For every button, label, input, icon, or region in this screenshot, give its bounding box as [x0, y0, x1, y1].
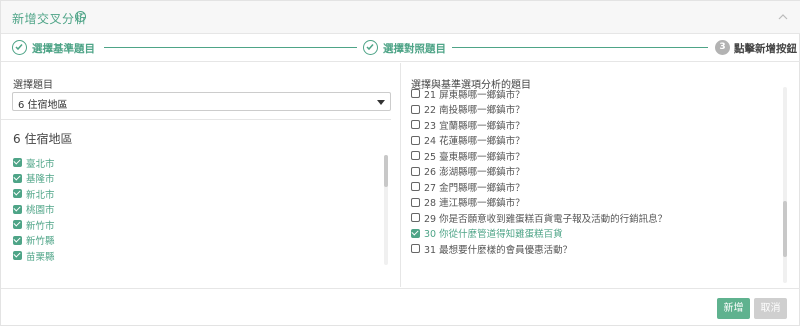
- stepper: 選擇基準題目 選擇對照題目 3 點擊新增按鈕: [1, 34, 800, 62]
- checkbox[interactable]: [13, 189, 22, 199]
- checkbox[interactable]: [411, 213, 420, 223]
- divider: [1, 119, 391, 120]
- option-list: 臺北市 基隆市 新北市 桃園市 新竹市 新竹縣 苗栗縣: [13, 155, 383, 265]
- question-select[interactable]: 6 住宿地區: [12, 92, 391, 111]
- step-connector: [104, 47, 357, 48]
- step-1-label: 選擇基準題目: [32, 43, 95, 55]
- caret-down-icon: [377, 100, 385, 105]
- step-connector: [452, 47, 708, 48]
- checkbox[interactable]: [411, 151, 420, 161]
- list-item[interactable]: 27 金門縣哪一鄉鎮市？: [411, 179, 781, 195]
- list-item[interactable]: 新竹縣: [13, 233, 383, 249]
- select-question-label: 選擇題目: [13, 80, 53, 91]
- scrollbar-thumb[interactable]: [783, 201, 787, 257]
- checkbox[interactable]: [411, 120, 420, 130]
- modal-footer: 新增 取消: [1, 288, 800, 326]
- list-item[interactable]: 新北市: [13, 186, 383, 202]
- select-value: 6 住宿地區: [18, 100, 68, 111]
- list-item[interactable]: 21 屏東縣哪一鄉鎮市？: [411, 87, 781, 102]
- checkbox[interactable]: [13, 158, 22, 168]
- modal-header: 新增交叉分析 ?: [1, 1, 800, 34]
- list-item[interactable]: 22 南投縣哪一鄉鎮市？: [411, 102, 781, 118]
- checkbox[interactable]: [411, 197, 420, 207]
- chevron-up-icon[interactable]: [777, 12, 789, 22]
- checkbox[interactable]: [411, 104, 420, 114]
- check-icon: [363, 40, 378, 55]
- checkbox[interactable]: [13, 251, 22, 261]
- cross-analysis-modal: 新增交叉分析 ? 選擇基準題目 選擇對照題目 3 點擊新增按鈕 選擇題目 6 住…: [0, 0, 800, 326]
- help-icon[interactable]: ?: [75, 11, 86, 22]
- scrollbar-thumb[interactable]: [384, 155, 388, 187]
- list-item[interactable]: 23 宜蘭縣哪一鄉鎮市？: [411, 117, 781, 133]
- checkbox[interactable]: [13, 220, 22, 230]
- checkbox[interactable]: [411, 135, 420, 145]
- checkbox[interactable]: [411, 244, 420, 254]
- check-icon: [12, 40, 27, 55]
- checkbox[interactable]: [13, 235, 22, 245]
- list-item[interactable]: 苗栗縣: [13, 248, 383, 264]
- step-2-label: 選擇對照題目: [383, 43, 446, 55]
- compare-question-panel: 選擇與基準選項分析的題目 21 屏東縣哪一鄉鎮市？ 22 南投縣哪一鄉鎮市？ 2…: [401, 63, 800, 287]
- step-3-number: 3: [715, 40, 730, 55]
- checkbox[interactable]: [411, 182, 420, 192]
- cancel-button[interactable]: 取消: [754, 298, 787, 319]
- list-item[interactable]: 29 你是否願意收到雞蛋糕百貨電子報及活動的行銷訊息？: [411, 210, 781, 226]
- checkbox[interactable]: [411, 89, 420, 99]
- step-3-label: 點擊新增按鈕: [734, 43, 797, 55]
- list-item[interactable]: 基隆市: [13, 171, 383, 187]
- checkbox[interactable]: [13, 204, 22, 214]
- list-item[interactable]: 桃園市: [13, 202, 383, 218]
- submit-button[interactable]: 新增: [717, 298, 750, 319]
- section-title: 6 住宿地區: [13, 132, 73, 146]
- list-item[interactable]: 26 澎湖縣哪一鄉鎮市？: [411, 164, 781, 180]
- checkbox[interactable]: [411, 166, 420, 176]
- list-item[interactable]: 24 花蓮縣哪一鄉鎮市？: [411, 133, 781, 149]
- list-item[interactable]: 28 連江縣哪一鄉鎮市？: [411, 195, 781, 211]
- list-item[interactable]: 臺北市: [13, 155, 383, 171]
- checkbox[interactable]: [411, 228, 420, 238]
- list-item[interactable]: 25 臺東縣哪一鄉鎮市？: [411, 148, 781, 164]
- list-item[interactable]: 31 最想要什麼樣的會員優惠活動？: [411, 241, 781, 257]
- list-item[interactable]: 30 你從什麼管道得知雞蛋糕百貨: [411, 226, 781, 242]
- question-list: 21 屏東縣哪一鄉鎮市？ 22 南投縣哪一鄉鎮市？ 23 宜蘭縣哪一鄉鎮市？ 2…: [411, 87, 781, 283]
- list-item[interactable]: 新竹市: [13, 217, 383, 233]
- checkbox[interactable]: [13, 173, 22, 183]
